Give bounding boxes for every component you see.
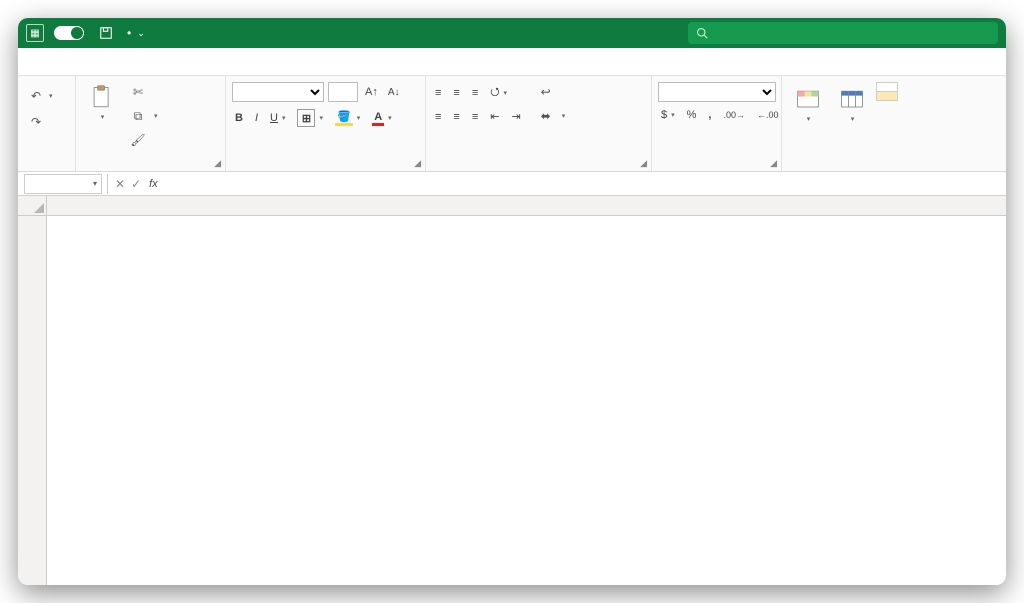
group-label-clipboard: [82, 155, 219, 169]
group-label-alignment: [432, 155, 645, 169]
excel-window: ▦ • ⌄ ↶▾ ↷: [18, 18, 1006, 585]
copy-button[interactable]: ⧉▾: [126, 106, 161, 126]
title-bar: ▦ • ⌄: [18, 18, 1006, 48]
dialog-launcher-icon[interactable]: ◢: [770, 158, 777, 169]
toggle-switch-icon: [54, 26, 84, 40]
group-label-number: [658, 155, 775, 169]
underline-button[interactable]: U▾: [267, 111, 288, 125]
currency-button[interactable]: $▾: [658, 108, 678, 122]
style-normal[interactable]: [877, 83, 897, 92]
font-name-select[interactable]: [232, 82, 324, 102]
fx-icon[interactable]: fx: [149, 178, 158, 190]
row-headers: [18, 216, 47, 585]
chevron-down-icon: ▾: [93, 179, 101, 188]
merge-center-button[interactable]: ⬌▾: [534, 106, 569, 126]
search-input[interactable]: [688, 22, 998, 44]
dialog-launcher-icon[interactable]: ◢: [214, 158, 221, 169]
percent-button[interactable]: %: [684, 108, 700, 122]
column-headers: [47, 196, 1006, 216]
format-as-table-button[interactable]: ▾: [832, 82, 872, 124]
align-bottom-button[interactable]: ≡: [469, 86, 481, 100]
select-all-button[interactable]: [18, 196, 47, 216]
orientation-button[interactable]: ⭯▾: [487, 82, 510, 103]
name-box[interactable]: ▾: [24, 174, 102, 194]
dialog-launcher-icon[interactable]: ◢: [640, 158, 647, 169]
search-icon: [696, 27, 708, 39]
cut-button[interactable]: ✄: [126, 82, 161, 102]
dialog-launcher-icon[interactable]: ◢: [414, 158, 421, 169]
cancel-formula-button[interactable]: ✕: [115, 177, 125, 191]
comma-button[interactable]: ,: [705, 108, 714, 122]
decrease-indent-button[interactable]: ⇤: [487, 109, 502, 124]
conditional-formatting-button[interactable]: ▾: [788, 82, 828, 124]
group-label-undo: [24, 155, 69, 169]
redo-button[interactable]: ↷: [24, 112, 69, 132]
align-middle-button[interactable]: ≡: [450, 86, 462, 100]
decrease-font-button[interactable]: A↓: [385, 86, 403, 99]
worksheet-grid[interactable]: [18, 196, 1006, 585]
bold-button[interactable]: B: [232, 111, 246, 125]
accept-formula-button[interactable]: ✓: [131, 177, 141, 191]
cells-area[interactable]: [47, 216, 1006, 585]
autosave-toggle[interactable]: [50, 26, 84, 40]
align-center-button[interactable]: ≡: [450, 110, 462, 124]
format-painter-button[interactable]: 🖌: [126, 130, 161, 150]
font-color-button[interactable]: A▾: [369, 110, 394, 127]
increase-indent-button[interactable]: ⇥: [508, 109, 523, 124]
wrap-text-button[interactable]: ↩: [534, 82, 569, 102]
increase-font-button[interactable]: A↑: [362, 85, 381, 99]
fill-color-button[interactable]: 🪣▾: [332, 109, 363, 127]
document-title[interactable]: • ⌄: [124, 26, 145, 40]
cell-styles-gallery[interactable]: [876, 82, 898, 101]
paste-button[interactable]: ▾: [82, 80, 122, 122]
increase-decimal-button[interactable]: .00→: [720, 109, 748, 121]
italic-button[interactable]: I: [252, 111, 261, 125]
align-right-button[interactable]: ≡: [469, 110, 481, 124]
align-left-button[interactable]: ≡: [432, 110, 444, 124]
decrease-decimal-button[interactable]: ←.00: [754, 109, 782, 121]
undo-button[interactable]: ↶▾: [24, 86, 69, 106]
ribbon: ↶▾ ↷ ▾ ✄ ⧉▾ 🖌 ◢: [18, 76, 1006, 172]
style-neutral[interactable]: [877, 92, 897, 100]
border-button[interactable]: ⊞▾: [294, 108, 326, 128]
formula-bar: ▾ ✕ ✓ fx: [18, 172, 1006, 196]
save-icon[interactable]: [96, 23, 116, 43]
excel-icon: ▦: [26, 24, 44, 42]
font-size-input[interactable]: [328, 82, 358, 102]
number-format-select[interactable]: [658, 82, 776, 102]
group-label-font: [232, 155, 419, 169]
align-top-button[interactable]: ≡: [432, 86, 444, 100]
chevron-down-icon: ⌄: [137, 28, 145, 39]
menu-tabs: [18, 48, 1006, 76]
